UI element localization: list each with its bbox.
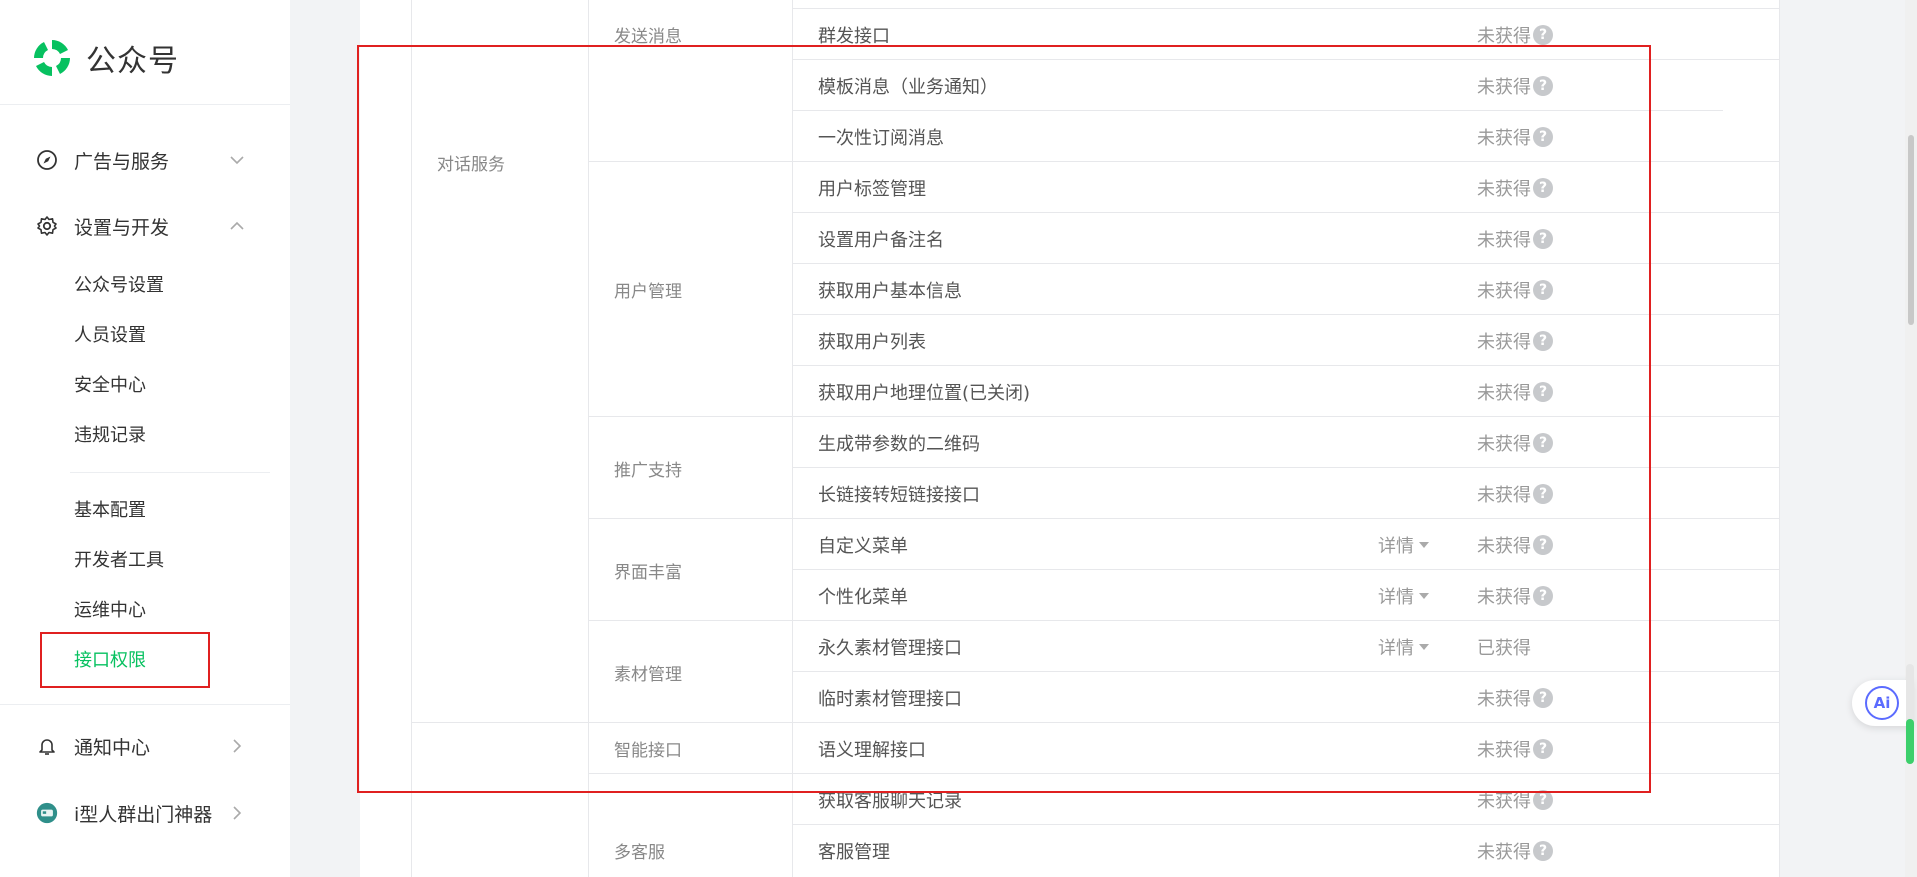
compass-icon (36, 149, 58, 171)
sidebar-item-security-center[interactable]: 安全中心 (74, 369, 146, 399)
sidebar-group-label: 通知中心 (74, 736, 151, 759)
side-progress-indicator (1906, 664, 1914, 764)
sidebar-group-notifications[interactable]: 通知中心 (36, 731, 248, 761)
chevron-up-icon (226, 215, 248, 237)
logo-divider (0, 104, 290, 105)
help-icon[interactable]: ? (1533, 790, 1553, 810)
chevron-down-icon (226, 149, 248, 171)
sidebar-group-settings-dev[interactable]: 设置与开发 (36, 211, 248, 241)
sidebar-group-label: 设置与开发 (74, 216, 170, 239)
sidebar-item-ops-center[interactable]: 运维中心 (74, 594, 146, 624)
gear-icon (36, 215, 58, 237)
sidebar-item-staff-settings[interactable]: 人员设置 (74, 319, 146, 349)
permission-name: 客服管理 (818, 842, 890, 863)
sidebar-group-ads-services[interactable]: 广告与服务 (36, 145, 248, 175)
sidebar-group-mini-app[interactable]: i型人群出门神器 (36, 798, 248, 828)
sidebar-divider (0, 704, 290, 705)
sidebar-item-basic-config[interactable]: 基本配置 (74, 494, 146, 524)
subcategory-label: 多客服 (614, 843, 665, 863)
sidebar: 公众号 广告与服务 设置与开发 公众号设置 人员设置 安全中心 违规记录 基本配… (0, 0, 290, 877)
annotation-box-active-item (40, 632, 210, 688)
sidebar-item-developer-tools[interactable]: 开发者工具 (74, 544, 164, 574)
scrollbar-thumb[interactable] (1908, 135, 1914, 325)
sidebar-divider (70, 472, 270, 473)
app-logo[interactable]: 公众号 (30, 36, 179, 80)
help-icon[interactable]: ? (1533, 25, 1553, 45)
sidebar-group-label: i型人群出门神器 (74, 803, 213, 826)
bell-icon (36, 735, 58, 757)
sidebar-item-violation-records[interactable]: 违规记录 (74, 419, 146, 449)
table-column-line (1779, 0, 1780, 877)
wechat-official-logo-icon (30, 36, 74, 80)
app-name: 公众号 (86, 44, 179, 79)
sidebar-group-label: 广告与服务 (74, 150, 170, 173)
ai-assistant-button[interactable]: Ai (1852, 680, 1912, 726)
permission-status: 未获得? (1477, 838, 1553, 864)
ai-icon: Ai (1865, 686, 1899, 720)
subcategory-label: 发送消息 (614, 27, 682, 47)
table-row-line (792, 824, 1779, 825)
help-icon[interactable]: ? (1533, 841, 1553, 861)
annotation-box-table-region (357, 45, 1651, 793)
mini-app-avatar-icon (36, 802, 58, 824)
table-row-line (792, 8, 1779, 9)
chevron-right-icon (226, 735, 248, 757)
sidebar-item-account-settings[interactable]: 公众号设置 (74, 269, 164, 299)
chevron-right-icon (226, 802, 248, 824)
side-progress-fill (1906, 719, 1914, 764)
status-text: 未获得 (1477, 842, 1531, 863)
